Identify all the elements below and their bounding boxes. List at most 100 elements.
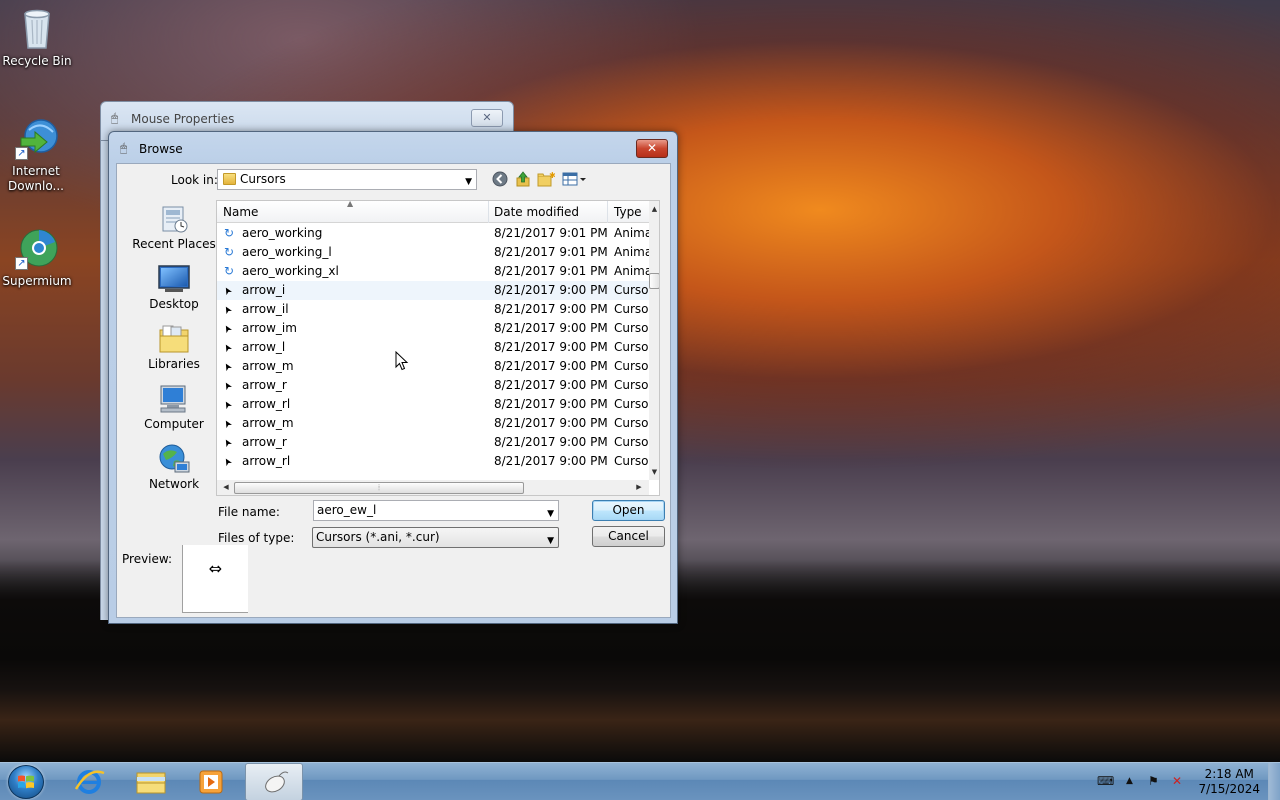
arrow-cursor-icon: ➤ [221,341,236,354]
file-row[interactable]: ➤ arrow_il 8/21/2017 9:00 PM Cursor [217,300,650,319]
recent-places-icon [157,204,191,234]
window-title: Mouse Properties [131,112,235,126]
file-row[interactable]: ➤ arrow_l 8/21/2017 9:00 PM Cursor [217,338,650,357]
taskbar-item-media-player[interactable] [182,763,240,800]
action-center-icon[interactable]: ⚑ [1148,774,1159,788]
clock[interactable]: 2:18 AM 7/15/2024 [1198,767,1260,797]
show-hidden-icons-icon[interactable]: ▲ [1126,776,1133,786]
file-type: Anima [614,264,650,278]
resize-horizontal-cursor-icon: ⇔ [208,559,223,578]
up-folder-icon[interactable] [513,171,533,189]
file-row[interactable]: ➤ arrow_im 8/21/2017 9:00 PM Cursor [217,319,650,338]
file-list[interactable]: ▲ Name Date modified Type ↻ aero_working 8… [216,200,660,496]
network-disconnected-icon[interactable]: ✕ [1172,774,1182,788]
look-in-dropdown[interactable]: Cursors ▼ [217,169,477,190]
file-date: 8/21/2017 9:01 PM [494,245,608,259]
desktop-icon-label: Supermium [2,274,72,288]
open-button[interactable]: Open [592,500,665,521]
internet-explorer-icon [74,770,105,794]
scroll-left-icon[interactable]: ◀ [220,480,232,495]
file-row[interactable]: ➤ arrow_r 8/21/2017 9:00 PM Cursor [217,376,650,395]
preview-label: Preview: [122,552,173,566]
file-row[interactable]: ↻ aero_working 8/21/2017 9:01 PM Anima [217,224,650,243]
arrow-cursor-icon: ➤ [221,284,236,297]
file-rows: ↻ aero_working 8/21/2017 9:01 PM Anima ↻ aero… [217,224,650,471]
file-date: 8/21/2017 9:00 PM [494,302,608,316]
desktop-icon-supermium[interactable]: ↗ Supermium [0,226,74,289]
desktop-icon-recycle-bin[interactable]: Recycle Bin [0,6,74,69]
clock-date: 7/15/2024 [1198,782,1260,796]
clock-time: 2:18 AM [1204,767,1254,781]
place-network[interactable]: Network [125,444,223,491]
column-header-date[interactable]: Date modified [488,201,608,223]
file-row[interactable]: ↻ aero_working_l 8/21/2017 9:01 PM Anima [217,243,650,262]
taskbar-item-internet-explorer[interactable] [60,763,118,800]
taskbar-item-mouse-properties[interactable] [245,763,303,800]
file-date: 8/21/2017 9:01 PM [494,264,608,278]
browse-dialog: 🖱 Browse ✕ Look in: Cursors ▼ ✱ Recent P… [108,131,678,624]
file-row[interactable]: ➤ arrow_r 8/21/2017 9:00 PM Cursor [217,433,650,452]
arrow-cursor-icon: ➤ [221,360,236,373]
file-type: Cursor [614,378,650,392]
file-type: Cursor [614,454,650,468]
animated-cursor-icon: ↻ [224,226,235,240]
file-name: arrow_l [242,340,286,354]
file-type: Cursor [614,359,650,373]
media-player-icon [199,770,223,794]
file-row[interactable]: ↻ aero_working_xl 8/21/2017 9:01 PM Anima [217,262,650,281]
network-icon [157,444,191,474]
vertical-scrollbar[interactable]: ▲ ▼ [649,201,659,480]
column-header-label: Type [614,205,642,219]
scroll-up-icon[interactable]: ▲ [649,203,659,215]
place-computer[interactable]: Computer [125,384,223,431]
start-button[interactable] [8,765,44,799]
scroll-thumb[interactable]: ⦙ [234,482,524,494]
arrow-cursor-icon: ➤ [221,379,236,392]
file-row[interactable]: ➤ arrow_rl 8/21/2017 9:00 PM Cursor [217,395,650,414]
file-name-input[interactable]: aero_ew_l ▼ [313,500,559,521]
file-name: aero_working_xl [242,264,339,278]
place-desktop[interactable]: Desktop [125,264,223,311]
file-name: arrow_r [242,435,287,449]
sort-caret-icon: ▲ [347,200,354,208]
file-row[interactable]: ➤ arrow_m 8/21/2017 9:00 PM Cursor [217,414,650,433]
column-header-label: Date modified [494,205,580,219]
files-of-type-select[interactable]: Cursors (*.ani, *.cur) ▼ [312,527,559,548]
svg-text:✱: ✱ [549,171,555,180]
horizontal-scrollbar[interactable]: ◀ ⦙ ▶ [217,480,649,495]
windows-logo-icon [18,775,34,789]
new-folder-icon[interactable]: ✱ [536,171,556,189]
column-header-name[interactable]: ▲ Name [217,201,489,223]
dialog-titlebar[interactable]: 🖱 Browse ✕ [109,132,677,162]
arrow-cursor-icon: ➤ [221,455,236,468]
desktop-icon-internet-download-manager[interactable]: ↗ Internet Downlo... [0,116,74,194]
file-row[interactable]: ➤ arrow_m 8/21/2017 9:00 PM Cursor [217,357,650,376]
column-header-row: ▲ Name Date modified Type [217,201,649,223]
files-of-type-label: Files of type: [218,531,295,545]
scroll-thumb[interactable] [649,273,659,289]
place-label: Recent Places [132,237,216,251]
close-button[interactable]: ✕ [636,139,668,158]
keyboard-icon[interactable]: ⌨ [1097,774,1114,788]
animated-cursor-icon: ↻ [224,245,235,259]
taskbar-item-file-explorer[interactable] [121,763,179,800]
close-button[interactable]: ✕ [471,109,503,127]
file-name-value: aero_ew_l [317,503,377,517]
back-icon[interactable] [490,171,510,189]
scroll-down-icon[interactable]: ▼ [649,466,659,478]
chevron-down-icon[interactable]: ▼ [547,505,554,524]
views-menu-icon[interactable] [561,171,589,189]
file-row[interactable]: ➤ arrow_rl 8/21/2017 9:00 PM Cursor [217,452,650,471]
mouse-pointer-icon [395,350,409,371]
internet-download-manager-icon: ↗ [15,116,59,160]
desktop-icon-label: Recycle Bin [2,54,72,68]
cancel-button[interactable]: Cancel [592,526,665,547]
arrow-cursor-icon: ➤ [221,322,236,335]
place-recent-places[interactable]: Recent Places [125,204,223,251]
column-header-type[interactable]: Type [608,201,650,223]
scroll-right-icon[interactable]: ▶ [633,480,645,495]
show-desktop-button[interactable] [1268,763,1280,800]
mouse-properties-icon [265,771,289,793]
place-libraries[interactable]: Libraries [125,324,223,371]
file-row[interactable]: ➤ arrow_i 8/21/2017 9:00 PM Cursor [217,281,650,300]
